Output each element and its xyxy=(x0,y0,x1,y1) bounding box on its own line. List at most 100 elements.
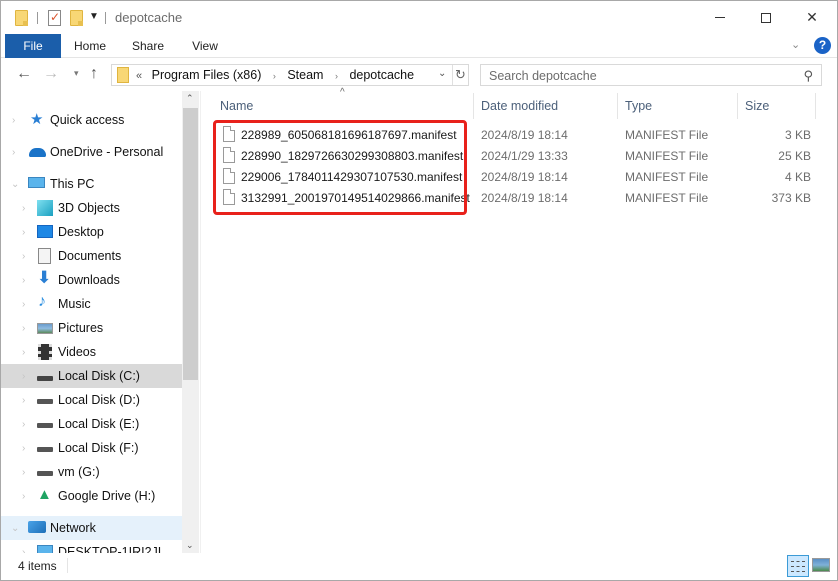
close-button[interactable]: ✕ xyxy=(789,1,835,34)
tab-home[interactable]: Home xyxy=(65,34,115,58)
search-icon[interactable]: ⚲ xyxy=(803,68,813,84)
cloud-icon xyxy=(29,148,46,157)
tab-view[interactable]: View xyxy=(183,34,227,58)
column-header-type[interactable]: Type xyxy=(625,97,652,121)
breadcrumb-program-files[interactable]: Program Files (x86) xyxy=(152,68,262,82)
chevron-right-icon[interactable]: › xyxy=(22,347,25,358)
chevron-right-icon[interactable]: › xyxy=(22,419,25,430)
nav-item-desktop-pc[interactable]: › DESKTOP-1IRI2JI xyxy=(1,540,182,553)
search-input[interactable]: Search depotcache ⚲ xyxy=(480,64,822,86)
breadcrumb-overflow[interactable]: « xyxy=(136,70,142,82)
minimize-button[interactable] xyxy=(697,1,743,34)
divider xyxy=(37,12,38,24)
chevron-down-icon[interactable]: ⌄ xyxy=(11,179,19,190)
chevron-right-icon[interactable]: › xyxy=(22,467,25,478)
tab-share[interactable]: Share xyxy=(123,34,173,58)
nav-item-3d-objects[interactable]: › 3D Objects xyxy=(1,196,182,220)
details-view-button[interactable] xyxy=(787,555,809,577)
scrollbar-thumb[interactable] xyxy=(183,108,198,380)
nav-label: vm (G:) xyxy=(58,465,100,479)
properties-icon[interactable] xyxy=(48,10,61,26)
chevron-right-icon[interactable]: › xyxy=(22,395,25,406)
nav-label: This PC xyxy=(50,177,95,191)
cube-icon xyxy=(37,200,53,216)
nav-pane-scrollbar[interactable]: ⌃ ⌄ xyxy=(182,91,199,553)
address-bar[interactable]: « Program Files (x86) › Steam › depotcac… xyxy=(111,64,469,86)
chevron-right-icon[interactable]: › xyxy=(22,491,25,502)
system-drive-icon xyxy=(37,376,53,381)
chevron-right-icon[interactable]: › xyxy=(335,71,338,81)
minimize-icon xyxy=(715,17,725,18)
breadcrumb-depotcache[interactable]: depotcache xyxy=(349,68,414,82)
nav-item-videos[interactable]: › Videos xyxy=(1,340,182,364)
nav-item-local-disk-d[interactable]: › Local Disk (D:) xyxy=(1,388,182,412)
folder-icon xyxy=(117,67,129,83)
nav-label: Music xyxy=(58,297,91,311)
back-button[interactable]: ← xyxy=(16,65,32,83)
column-divider[interactable] xyxy=(737,93,738,119)
navigation-pane: › ★ Quick access › OneDrive - Personal ⌄… xyxy=(1,91,200,553)
customize-dropdown-icon[interactable]: ▼ xyxy=(89,11,99,22)
expand-ribbon-icon[interactable]: ⌄ xyxy=(791,38,800,51)
navigation-bar: ← → ▾ ↑ « Program Files (x86) › Steam › … xyxy=(1,59,837,91)
window-title: depotcache xyxy=(115,10,183,25)
column-divider[interactable] xyxy=(815,93,816,119)
details-view-icon xyxy=(791,566,805,568)
column-header-name[interactable]: Name xyxy=(220,97,253,121)
refresh-icon[interactable]: ↻ xyxy=(455,67,466,83)
maximize-button[interactable] xyxy=(743,1,789,34)
nav-item-this-pc[interactable]: ⌄ This PC xyxy=(1,172,182,196)
file-type: MANIFEST File xyxy=(625,191,709,205)
chevron-right-icon[interactable]: › xyxy=(22,275,25,286)
file-list: ^ Name Date modified Type Size 228989_60… xyxy=(201,87,837,553)
nav-item-local-disk-f[interactable]: › Local Disk (F:) xyxy=(1,436,182,460)
nav-item-desktop[interactable]: › Desktop xyxy=(1,220,182,244)
chevron-right-icon[interactable]: › xyxy=(22,299,25,310)
address-dropdown-icon[interactable]: ⌄ xyxy=(438,68,446,79)
tab-file[interactable]: File xyxy=(5,34,61,58)
title-bar: ▼ depotcache ✕ xyxy=(1,1,837,34)
nav-item-downloads[interactable]: › ⬇ Downloads xyxy=(1,268,182,292)
column-divider[interactable] xyxy=(473,93,474,119)
column-divider[interactable] xyxy=(617,93,618,119)
nav-item-onedrive[interactable]: › OneDrive - Personal xyxy=(1,140,182,164)
chevron-down-icon[interactable]: ⌄ xyxy=(11,523,19,534)
column-header-date-modified[interactable]: Date modified xyxy=(481,97,558,121)
chevron-right-icon[interactable]: › xyxy=(22,371,25,382)
chevron-right-icon[interactable]: › xyxy=(12,147,15,158)
up-button[interactable]: ↑ xyxy=(90,65,98,83)
scroll-up-icon[interactable]: ⌃ xyxy=(186,93,194,104)
large-icons-view-button[interactable] xyxy=(812,558,830,572)
nav-label: Local Disk (D:) xyxy=(58,393,140,407)
chevron-right-icon[interactable]: › xyxy=(22,251,25,262)
help-icon[interactable]: ? xyxy=(814,37,831,54)
nav-item-local-disk-e[interactable]: › Local Disk (E:) xyxy=(1,412,182,436)
recent-locations-button[interactable]: ▾ xyxy=(74,68,79,79)
new-folder-icon[interactable] xyxy=(70,10,83,26)
nav-item-vm-g[interactable]: › vm (G:) xyxy=(1,460,182,484)
forward-button[interactable]: → xyxy=(43,65,59,83)
scroll-down-icon[interactable]: ⌄ xyxy=(186,540,194,551)
computer-icon xyxy=(28,177,45,188)
nav-item-google-drive-h[interactable]: › ▲ Google Drive (H:) xyxy=(1,484,182,508)
chevron-right-icon[interactable]: › xyxy=(22,443,25,454)
chevron-right-icon[interactable]: › xyxy=(22,323,25,334)
nav-item-quick-access[interactable]: › ★ Quick access xyxy=(1,108,182,132)
column-header-size[interactable]: Size xyxy=(745,97,769,121)
chevron-right-icon[interactable]: › xyxy=(22,227,25,238)
pictures-icon xyxy=(37,323,53,334)
chevron-right-icon[interactable]: › xyxy=(273,71,276,81)
details-view-icon xyxy=(791,571,805,573)
drive-icon xyxy=(37,399,53,404)
chevron-right-icon[interactable]: › xyxy=(12,115,15,126)
nav-label: Local Disk (F:) xyxy=(58,441,139,455)
file-type: MANIFEST File xyxy=(625,128,709,142)
nav-item-pictures[interactable]: › Pictures xyxy=(1,316,182,340)
nav-item-local-disk-c[interactable]: › Local Disk (C:) xyxy=(1,364,182,388)
chevron-right-icon[interactable]: › xyxy=(22,203,25,214)
nav-item-network[interactable]: ⌄ Network xyxy=(1,516,182,540)
nav-item-documents[interactable]: › Documents xyxy=(1,244,182,268)
highlight-annotation xyxy=(213,120,467,215)
breadcrumb-steam[interactable]: Steam xyxy=(287,68,323,82)
nav-item-music[interactable]: › ♪ Music xyxy=(1,292,182,316)
